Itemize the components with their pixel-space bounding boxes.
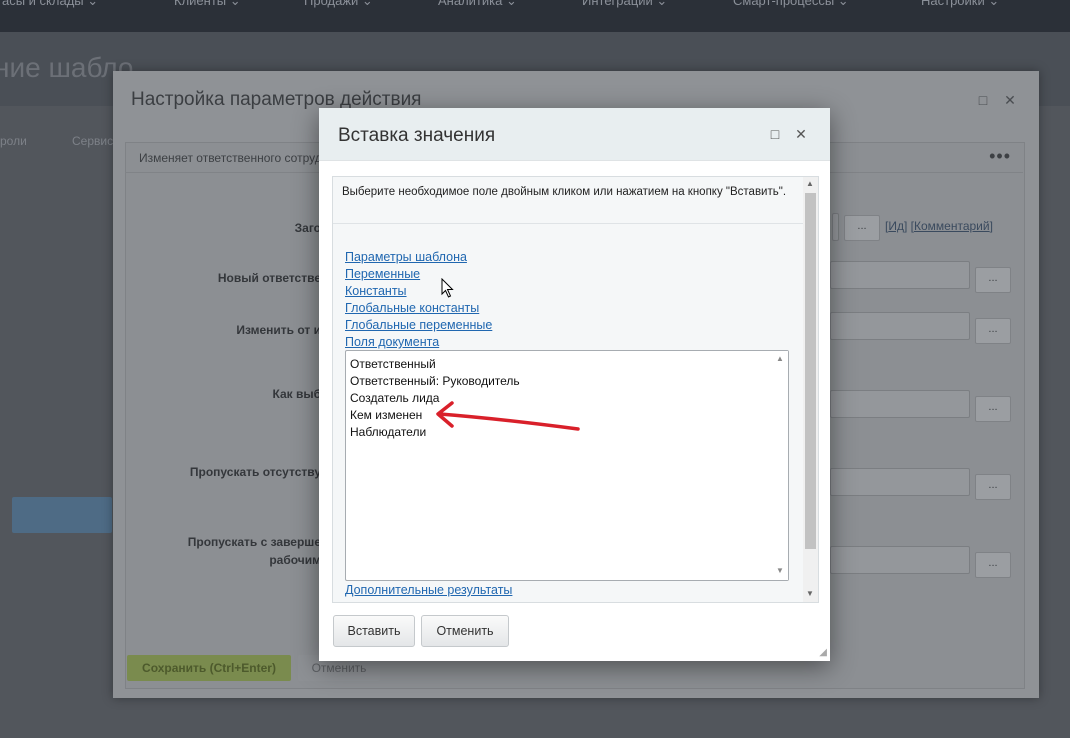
insert-button[interactable]: Вставить (333, 615, 415, 647)
cancel-button[interactable]: Отменить (421, 615, 509, 647)
dots-button[interactable]: ... (975, 396, 1011, 422)
listbox-scrollbar[interactable]: ▲ ▼ (772, 351, 788, 580)
list-option[interactable]: Наблюдатели (350, 425, 426, 439)
mouse-cursor-icon (441, 278, 454, 298)
list-option[interactable]: Ответственный: Руководитель (350, 374, 520, 388)
id-link[interactable]: Ид (888, 219, 904, 233)
divider (333, 223, 804, 224)
dots-button[interactable]: ... (975, 267, 1011, 293)
change-from-field[interactable] (830, 312, 970, 340)
link-global-constants[interactable]: Глобальные константы (345, 300, 492, 317)
list-option[interactable]: Ответственный (350, 357, 436, 371)
maximize-icon[interactable]: □ (767, 126, 783, 142)
close-icon[interactable]: ✕ (793, 126, 809, 142)
body-scrollbar[interactable]: ▲ ▼ (803, 177, 818, 602)
comment-link[interactable]: Комментарий (914, 219, 990, 233)
skip-finished-field[interactable] (830, 546, 970, 574)
field-label: рабочим (269, 553, 321, 567)
nav-item[interactable]: Продажи ⌄ (304, 0, 373, 9)
field-label: Изменить от и (236, 323, 321, 337)
document-fields-listbox[interactable]: Ответственный Ответственный: Руководител… (345, 350, 789, 581)
link-document-fields[interactable]: Поля документа (345, 334, 492, 351)
link-template-params[interactable]: Параметры шаблона (345, 249, 492, 266)
dots-button[interactable]: ... (975, 318, 1011, 344)
scroll-down-icon[interactable]: ▼ (776, 566, 784, 575)
scroll-down-icon[interactable]: ▼ (806, 589, 814, 598)
nav-item[interactable]: Клиенты ⌄ (174, 0, 241, 9)
field-label: Пропускать с заверше (187, 535, 321, 549)
selection-field[interactable] (830, 390, 970, 418)
field-label: Новый ответстве (217, 271, 321, 285)
title-field[interactable] (832, 213, 839, 241)
new-responsible-field[interactable] (830, 261, 970, 289)
breadcrumb[interactable]: Сервис (72, 134, 113, 148)
nav-item[interactable]: Смарт-процессы ⌄ (733, 0, 849, 9)
dialog-body: Выберите необходимое поле двойным кликом… (332, 176, 819, 603)
field-label: Как выб (272, 387, 321, 401)
close-icon[interactable]: ✕ (1003, 93, 1017, 107)
nav-item[interactable]: Аналитика ⌄ (438, 0, 517, 9)
instruction-text: Выберите необходимое поле двойным кликом… (342, 186, 787, 198)
field-groups: Параметры шаблона Переменные Константы Г… (345, 249, 492, 351)
nav-item[interactable]: асы и склады ⌄ (2, 0, 98, 9)
top-navigation: асы и склады ⌄ Клиенты ⌄ Продажи ⌄ Анали… (0, 0, 1070, 32)
link-global-variables[interactable]: Глобальные переменные (345, 317, 492, 334)
action-description: Изменяет ответственного сотруд (139, 151, 322, 165)
field-links: [Ид] [Комментарий] (885, 219, 993, 233)
field-label: Пропускать отсутству (189, 465, 321, 479)
nav-item[interactable]: Настройки ⌄ (921, 0, 999, 9)
scrollbar-thumb[interactable] (805, 193, 816, 549)
list-option[interactable]: Кем изменен (350, 408, 422, 422)
scroll-up-icon[interactable]: ▲ (776, 354, 784, 363)
dialog-header: Вставка значения □ ✕ (319, 108, 830, 161)
nav-item[interactable]: Интеграции ⌄ (582, 0, 667, 9)
scroll-up-icon[interactable]: ▲ (806, 179, 814, 188)
breadcrumb[interactable]: роли (0, 134, 27, 148)
dots-button[interactable]: ... (975, 552, 1011, 578)
field-label: Заго (294, 221, 321, 235)
list-option[interactable]: Создатель лида (350, 391, 439, 405)
insert-value-dialog: Вставка значения □ ✕ Выберите необходимо… (319, 108, 830, 661)
save-button[interactable]: Сохранить (Ctrl+Enter) (127, 655, 291, 681)
link-variables[interactable]: Переменные (345, 266, 492, 283)
more-icon[interactable]: ••• (989, 146, 1011, 167)
maximize-icon[interactable]: □ (976, 93, 990, 107)
title-dots-button[interactable]: ... (844, 215, 880, 241)
link-constants[interactable]: Константы (345, 283, 492, 300)
link-additional-results[interactable]: Дополнительные результаты (345, 583, 512, 597)
dots-button[interactable]: ... (975, 474, 1011, 500)
skip-absent-field[interactable] (830, 468, 970, 496)
dialog-title: Вставка значения (338, 125, 496, 146)
resize-grip-icon[interactable]: ◢ (819, 647, 827, 658)
background-button[interactable] (12, 497, 112, 533)
